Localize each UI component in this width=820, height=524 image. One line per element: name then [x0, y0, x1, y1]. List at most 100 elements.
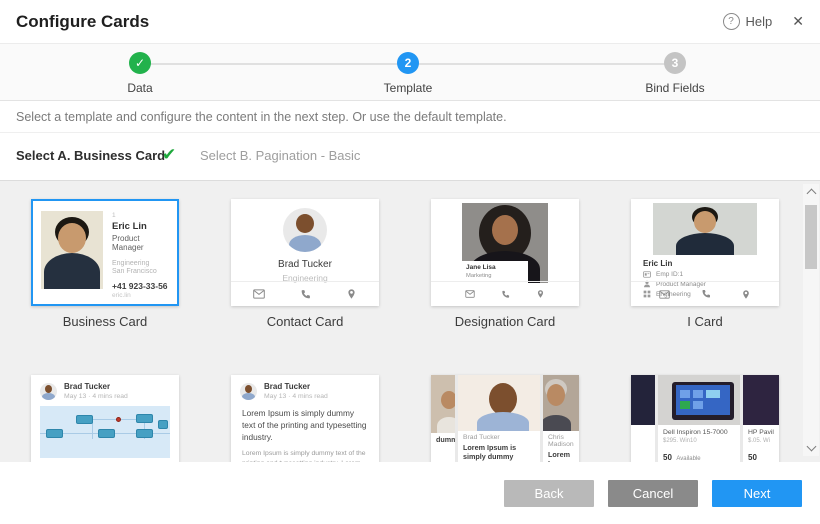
business-card-preview[interactable]: 1 Eric Lin Product Manager Engineering S…: [31, 199, 179, 306]
phone-icon[interactable]: [300, 289, 311, 300]
template-label: I Card: [631, 314, 779, 329]
scrollbar-thumb[interactable]: [805, 205, 817, 269]
person-name: Jane Lisa: [466, 264, 524, 271]
designation-info-box: Jane Lisa Marketing: [462, 261, 528, 283]
help-button[interactable]: ? Help: [723, 13, 773, 30]
template-label: Business Card: [31, 314, 179, 329]
step-template[interactable]: 2 Template: [338, 52, 478, 95]
contact-actions: [431, 281, 579, 306]
flowchart-image: [40, 406, 170, 458]
back-button[interactable]: Back: [504, 480, 594, 507]
vertical-scrollbar[interactable]: [803, 184, 819, 456]
badge-icon: [643, 271, 651, 278]
location-pin-icon[interactable]: [741, 289, 751, 300]
person-name: Brad Tucker: [231, 259, 379, 270]
cancel-button[interactable]: Cancel: [608, 480, 698, 507]
tab-select-b-pagination-basic[interactable]: Select B. Pagination - Basic: [200, 148, 360, 163]
avatar-brad-tucker: [240, 383, 257, 400]
carousel-item-hp: HP Pavil $.05. Wi 50 Avail: [743, 375, 779, 462]
mail-icon[interactable]: [253, 289, 265, 299]
product-stock: 50 Avail: [743, 444, 779, 462]
carousel-headline: Lorem Ipsum is a: [543, 448, 579, 462]
carousel-item-dell: Dell Inspiron 15-7000 $295. Win10 50 Ava…: [658, 375, 740, 462]
person-phone: +41 923-33-56: [112, 281, 169, 291]
person-handle: eric.lin: [112, 292, 169, 299]
help-icon: ?: [723, 13, 740, 30]
people-carousel-preview[interactable]: dummy Brad Tucker Lorem Ipsum is simply …: [431, 375, 579, 462]
post-meta: May 13 · 4 mins read: [64, 393, 128, 400]
product-carousel-preview[interactable]: Dell Inspiron 15-7000 $295. Win10 50 Ava…: [631, 375, 779, 462]
carousel-item-partial-left: dummy: [431, 375, 455, 462]
phone-icon[interactable]: [501, 290, 510, 299]
template-option-i-card[interactable]: Eric Lin Emp ID:1 Product Manager: [631, 199, 779, 329]
i-card-preview[interactable]: Eric Lin Emp ID:1 Product Manager: [631, 199, 779, 306]
close-icon[interactable]: ✕: [792, 13, 804, 30]
mail-icon[interactable]: [465, 290, 475, 298]
person-title: Product Manager: [112, 234, 169, 252]
step-data[interactable]: ✓ Data: [70, 52, 210, 95]
template-option-post-text[interactable]: Brad Tucker May 13 · 4 mins read Lorem I…: [231, 375, 379, 462]
person-name: Eric Lin: [631, 255, 779, 270]
person-dept: Engineering: [112, 260, 169, 267]
avatar-brad-tucker: [40, 383, 57, 400]
scroll-up-button[interactable]: [803, 184, 819, 200]
tab-select-a-business-card[interactable]: Select A. Business Card: [16, 148, 165, 163]
business-card-info: 1 Eric Lin Product Manager Engineering S…: [112, 211, 169, 299]
record-index: 1: [112, 212, 169, 219]
product-meta: $295. Win10: [658, 436, 740, 444]
product-photo-partial: [743, 375, 779, 425]
step-bind-fields[interactable]: 3 Bind Fields: [605, 52, 745, 95]
person-name: Eric Lin: [112, 221, 169, 232]
person-dept: Marketing: [466, 273, 524, 279]
step-done-check-icon: ✓: [129, 52, 151, 74]
template-option-post-diagram[interactable]: Brad Tucker May 13 · 4 mins read Lorem I…: [31, 375, 179, 462]
stock-count: 50: [663, 453, 672, 462]
post-diagram-preview[interactable]: Brad Tucker May 13 · 4 mins read Lorem I…: [31, 375, 179, 462]
post-body: Lorem Ipsum is simply dummy text of the …: [231, 445, 379, 462]
scroll-down-button[interactable]: [803, 440, 819, 456]
template-gallery: 1 Eric Lin Product Manager Engineering S…: [0, 181, 820, 462]
person-photo-eric-lin: [653, 203, 757, 255]
step-label: Bind Fields: [605, 81, 745, 95]
template-option-business-card[interactable]: 1 Eric Lin Product Manager Engineering S…: [31, 199, 179, 329]
person-photo-brad-tucker: [458, 375, 540, 431]
mail-icon[interactable]: [659, 290, 670, 299]
product-name: Dell Inspiron 15-7000: [658, 425, 740, 436]
template-option-people-carousel[interactable]: dummy Brad Tucker Lorem Ipsum is simply …: [431, 375, 579, 462]
emp-id-row: Emp ID:1: [631, 270, 779, 279]
contact-actions: [231, 281, 379, 306]
post-author: Brad Tucker: [264, 382, 328, 391]
designation-card-preview[interactable]: Jane Lisa Marketing: [431, 199, 579, 306]
wizard-stepper: ✓ Data 2 Template 3 Bind Fields: [0, 44, 820, 101]
template-option-designation-card[interactable]: Jane Lisa Marketing Designation Card: [431, 199, 579, 329]
template-option-product-carousel[interactable]: Dell Inspiron 15-7000 $295. Win10 50 Ava…: [631, 375, 779, 462]
location-pin-icon[interactable]: [536, 289, 545, 299]
person-photo-jane-lisa: Jane Lisa Marketing: [462, 203, 548, 283]
product-name: HP Pavil: [743, 425, 779, 436]
carousel-item-partial-left: [631, 375, 655, 462]
person-name: Chris Madison: [543, 431, 579, 448]
location-pin-icon[interactable]: [346, 288, 357, 300]
contact-card-preview[interactable]: Brad Tucker Engineering: [231, 199, 379, 306]
avatar-brad-tucker: [283, 208, 327, 252]
template-option-contact-card[interactable]: Brad Tucker Engineering Contact Card: [231, 199, 379, 329]
header-actions: ? Help ✕: [723, 13, 804, 30]
page-title: Configure Cards: [16, 12, 149, 32]
chevron-down-icon: [806, 442, 816, 452]
instruction-text: Select a template and configure the cont…: [0, 101, 820, 133]
template-label: Designation Card: [431, 314, 579, 329]
post-meta: May 13 · 4 mins read: [264, 393, 328, 400]
contact-actions: [631, 281, 779, 306]
carousel-item-chris-madison: Chris Madison Lorem Ipsum is a: [543, 375, 579, 462]
person-photo-chris-madison: [543, 375, 579, 431]
step-label: Data: [70, 81, 210, 95]
post-header: Brad Tucker May 13 · 4 mins read: [231, 375, 379, 404]
carousel-headline: Lorem Ipsum is simply dummy: [458, 441, 540, 461]
step-label: Template: [338, 81, 478, 95]
step-number: 3: [664, 52, 686, 74]
carousel-snippet: dummy: [431, 433, 455, 444]
person-photo-eric-lin: [41, 211, 103, 289]
next-button[interactable]: Next: [712, 480, 802, 507]
phone-icon[interactable]: [701, 289, 711, 299]
post-text-preview[interactable]: Brad Tucker May 13 · 4 mins read Lorem I…: [231, 375, 379, 462]
